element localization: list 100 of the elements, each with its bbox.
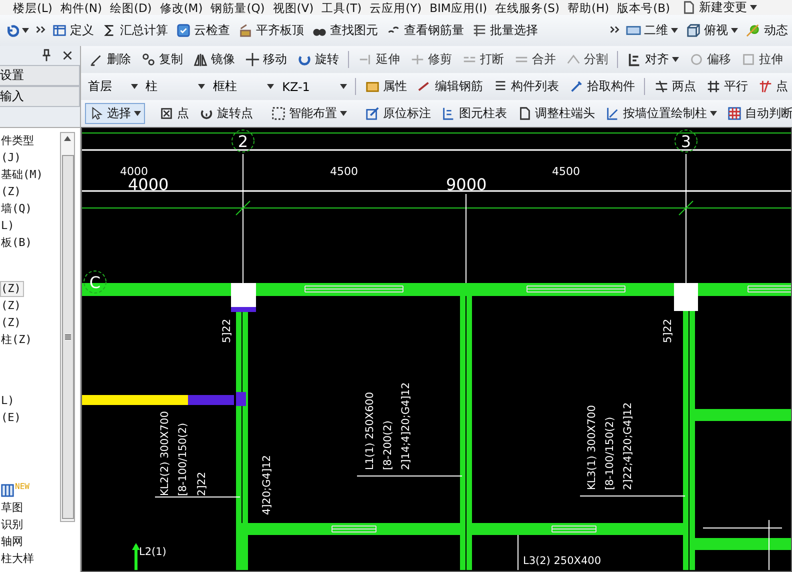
beam-annotation: 2]22 [196,472,208,496]
tree-item[interactable]: (J) [0,150,24,166]
caret-icon [130,84,138,89]
beam-annotation: L1(1) 250X600 [364,392,376,470]
toolbar-button[interactable]: 属性 [361,76,412,97]
axis-marker: C [84,270,106,294]
beam-annotation: [8-200(2) [382,420,394,470]
panel-button[interactable]: 设置 [0,65,80,86]
draw-button[interactable]: 点 [155,103,193,124]
angle-icon [758,79,773,94]
tree-item[interactable]: 板(B) [0,234,35,250]
scrollbar-thumb[interactable] [62,155,74,519]
view-button[interactable]: 俯视 [682,20,742,41]
tree-item[interactable]: (Z) [0,184,24,200]
trim-icon [410,52,425,67]
draw-button[interactable]: 按墙位置绘制柱 [601,103,721,124]
rectangle-icon [626,23,641,38]
draw-button[interactable]: 调整柱端头 [513,103,599,124]
draw-button[interactable]: 智能布置 [267,103,351,124]
tree-item[interactable]: (Z) [0,280,24,296]
tree-item[interactable]: (Z) [0,298,24,314]
toolbar-button[interactable]: 编辑钢筋 [413,76,488,97]
checkbox-icon [159,106,174,121]
menu-item[interactable]: 楼层(L) [12,0,54,14]
menu-item[interactable]: 在线服务(S) [494,0,560,14]
orbit-icon [746,23,761,38]
menu-item[interactable]: BIM应用(I) [428,0,488,14]
view-button[interactable]: 二维 [622,20,682,41]
snap-button[interactable]: 两点 [650,76,700,97]
beam-annotation: [8-100/150(2) [177,422,189,496]
menu-item[interactable]: 绘图(D) [108,0,153,14]
tree-item[interactable]: L) [0,218,18,234]
beam-annotation: KL3(1) 300X700 [586,405,598,490]
tree-item[interactable]: 基础(M) [0,166,46,182]
new-label: NEW [15,482,30,491]
draw-button[interactable]: 选择 [85,103,145,124]
tick-mark [236,200,250,216]
edit-button[interactable]: 旋转 [293,49,343,70]
edit-button[interactable]: 复制 [137,49,187,70]
panel-button[interactable]: 输入 [0,86,80,107]
dropdown[interactable]: 柱 [142,76,208,96]
view-button[interactable]: 动态 [742,20,792,41]
toolbar-button[interactable]: 平齐板顶 [234,20,308,41]
snap-button[interactable]: 平行 [702,76,752,97]
dropdown[interactable]: 框柱 [210,76,278,96]
tool-item[interactable]: 柱大样 [0,550,37,566]
toolbar-button[interactable]: 构件列表 [489,76,564,97]
edit-button[interactable]: 对齐 [623,49,683,70]
cube-icon [686,23,701,38]
toolbar-button[interactable]: 云检查 [172,20,234,41]
hatch-mark [332,526,376,532]
draw-button[interactable]: 图元柱表 [437,103,511,124]
tree-item[interactable]: 柱(Z) [0,332,35,348]
stretch-icon [741,52,756,67]
menu-item[interactable]: 云应用(Y) [368,0,423,14]
caret-icon [750,5,757,10]
menu-item[interactable]: 版本号(B) [616,0,671,14]
menu-item[interactable]: 构件(N) [59,0,103,14]
dimension-label: 4000 [120,165,148,178]
tool-item[interactable]: 轴网 [0,534,26,550]
tool-item[interactable]: 识别 [0,516,26,532]
new-change-menu[interactable]: 新建变更 [676,0,761,18]
toolbar-button[interactable]: 定义 [48,20,98,41]
toolbar-button[interactable]: 批量选择 [468,20,542,41]
tree-header: 件类型 [0,132,35,148]
toolbar-button[interactable]: 拾取构件 [565,76,640,97]
menu-item[interactable]: 修改(M) [158,0,204,14]
list-icon [472,23,487,38]
beam-annotation: 2]14;4]20;G4]12 [400,382,412,470]
menu-item[interactable]: 视图(V) [272,0,315,14]
rebar-label: 5]22 [662,318,674,343]
edit-button[interactable]: 移动 [241,49,291,70]
tool-item[interactable]: 草图 [0,500,26,516]
caret-icon [340,84,348,89]
toolbar-button[interactable]: 查看钢筋量 [382,20,468,41]
axis-marker: 2 [232,130,254,152]
menu-item[interactable]: 帮助(H) [566,0,610,14]
tree-item[interactable]: L) [0,392,18,408]
dropdown[interactable]: KZ-1 [279,76,350,96]
column-marker [236,392,246,406]
table-icon [52,23,67,38]
dropdown[interactable]: 首层 [85,76,141,96]
dimension-label: 4500 [552,165,580,178]
tree-item[interactable]: (E) [0,410,24,426]
snap-button[interactable]: 点 [754,76,792,97]
tree-item[interactable]: 墙(Q) [0,200,35,216]
column-marker [231,307,256,312]
drawing-canvas[interactable]: 2 3 C 4000 4000 4500 9000 4500 KL2(2) 300X700 [8-100/150(2) 2]22 L1(1) 250X600 [8-200(2) 2]14;4]20;G4]12 KL3(1) 300X700 [8-100/150(2) 2]22;4]20;G4]12 5]22 5]22 4]20;G4]12 L3(2) 250X400 L2(1) [81,127,792,572]
edit-button[interactable]: 删除 [85,49,135,70]
draw-button[interactable]: 旋转点 [195,103,257,124]
toolbar-button[interactable]: 查找图元 [308,20,382,41]
menu-item[interactable]: 钢筋量(Q) [210,0,266,14]
menu-item[interactable]: 工具(T) [320,0,363,14]
scrollbar[interactable] [60,132,75,522]
draw-button[interactable]: 原位标注 [361,103,435,124]
toolbar-button[interactable]: 汇总计算 [98,20,172,41]
scroll-up-icon[interactable] [64,136,71,141]
tree-item[interactable]: (Z) [0,314,24,330]
edit-button[interactable]: 镜像 [189,49,239,70]
hatch-mark [748,286,791,292]
